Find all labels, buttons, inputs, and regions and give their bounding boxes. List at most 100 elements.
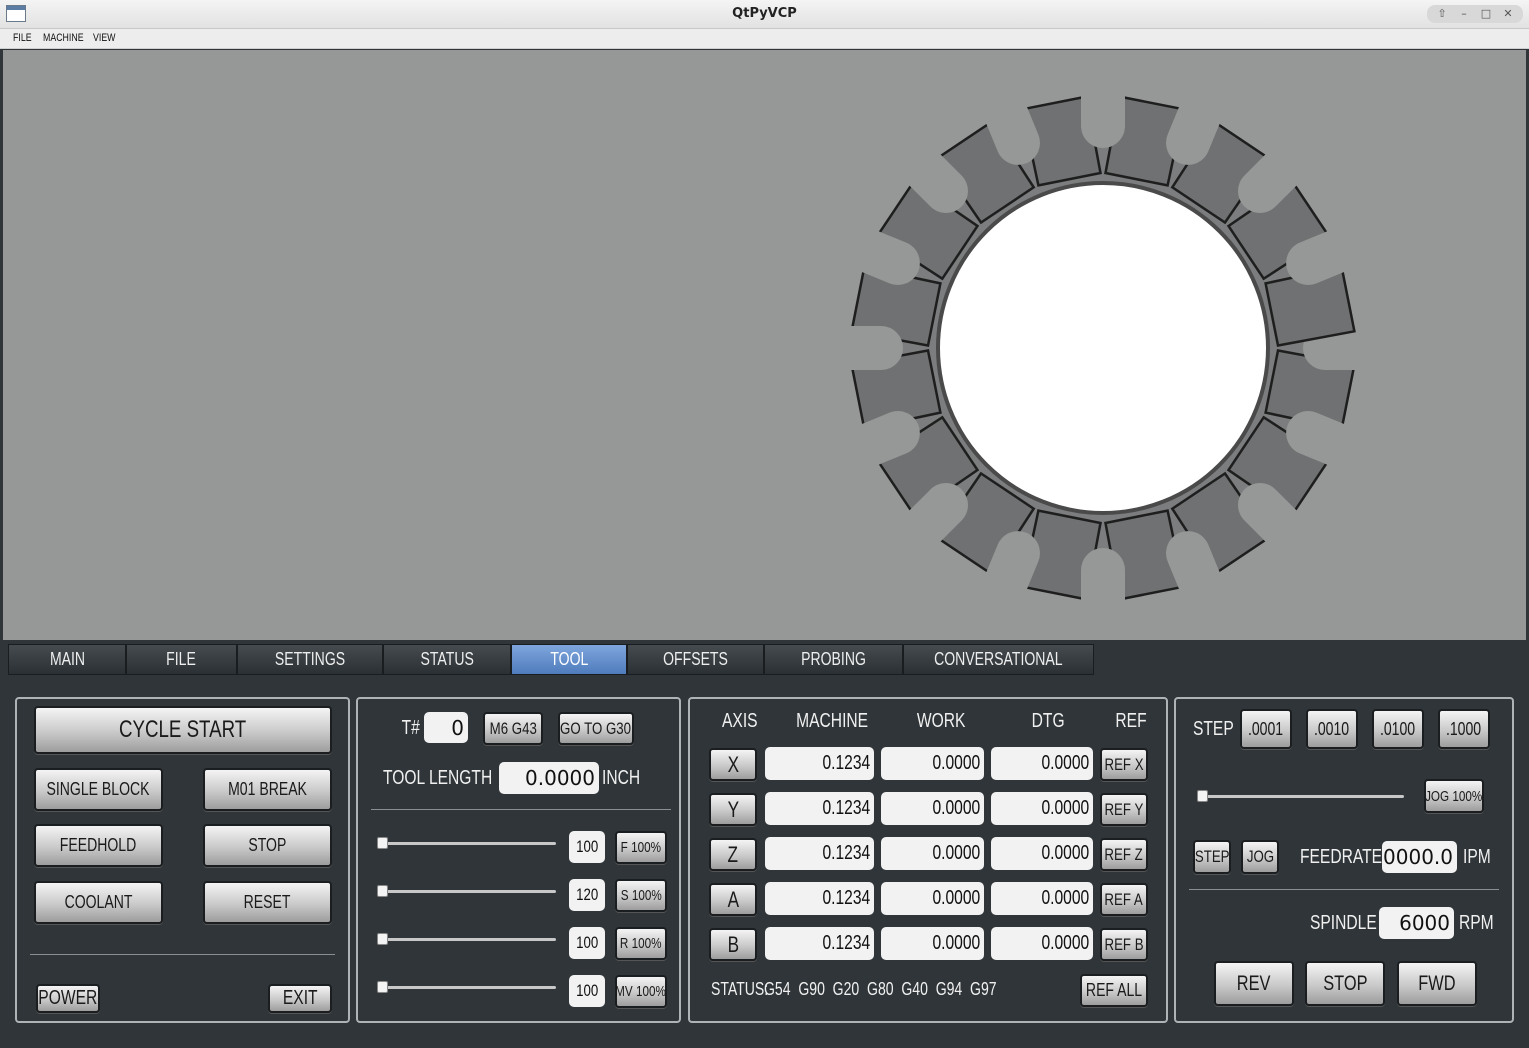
tab-conversational[interactable]: CONVERSATIONAL — [903, 644, 1094, 675]
ref-x-button[interactable]: REF X — [1100, 748, 1148, 781]
max-velocity-override-reset-button[interactable]: MV 100% — [615, 975, 667, 1008]
divider — [371, 809, 671, 810]
tab-probing[interactable]: PROBING — [764, 644, 903, 675]
feed-override-slider[interactable] — [377, 837, 556, 849]
gcode-viewport[interactable] — [3, 50, 1526, 640]
menu-machine[interactable]: MACHINE — [43, 32, 84, 44]
axis-y-button[interactable]: Y — [709, 793, 757, 826]
machine-header: MACHINE — [796, 709, 869, 732]
tab-offsets[interactable]: OFFSETS — [627, 644, 764, 675]
spindle-reverse-button[interactable]: REV — [1214, 961, 1294, 1006]
ref-y-button[interactable]: REF Y — [1100, 793, 1148, 826]
go-to-g30-button[interactable]: GO TO G30 — [558, 712, 634, 745]
dtg-y-value: 0.0000 — [991, 792, 1093, 825]
step-0100-button[interactable]: .0100 — [1372, 709, 1424, 749]
jog-speed-slider[interactable] — [1197, 790, 1404, 802]
dtg-z-value: 0.0000 — [991, 837, 1093, 870]
max-velocity-override-slider[interactable] — [377, 981, 556, 993]
spindle-unit: RPM — [1459, 911, 1494, 934]
feedrate-unit: IPM — [1463, 845, 1491, 868]
jog-mode-button[interactable]: JOG — [1241, 840, 1279, 874]
axis-b-button[interactable]: B — [709, 928, 757, 961]
work-z-value: 0.0000 — [881, 837, 984, 870]
status-gcodes: G54 G90 G20 G80 G40 G94 G97 — [764, 978, 997, 999]
axis-x-button[interactable]: X — [709, 748, 757, 781]
rapid-override-value: 100 — [569, 927, 605, 959]
dtg-b-value: 0.0000 — [991, 927, 1093, 960]
m6-g43-button[interactable]: M6 G43 — [483, 712, 543, 745]
tab-tool[interactable]: TOOL — [511, 644, 627, 675]
step-label: STEP — [1193, 717, 1234, 740]
close-icon[interactable]: ✕ — [1499, 6, 1517, 22]
spindle-forward-button[interactable]: FWD — [1397, 961, 1477, 1006]
feedrate-input[interactable]: 0000.0 — [1382, 841, 1457, 873]
machine-z-value: 0.1234 — [765, 837, 874, 870]
tab-file[interactable]: FILE — [126, 644, 237, 675]
maximize-icon[interactable]: □ — [1477, 6, 1495, 22]
reset-button[interactable]: RESET — [203, 881, 332, 924]
m01-break-button[interactable]: M01 BREAK — [203, 768, 332, 811]
control-panel: CYCLE START SINGLE BLOCK M01 BREAK FEEDH… — [15, 697, 350, 1023]
spindle-override-slider[interactable] — [377, 885, 556, 897]
feed-override-reset-button[interactable]: F 100% — [615, 831, 667, 864]
tool-length-field: 0.0000 — [499, 762, 599, 794]
slider-handle[interactable] — [377, 981, 388, 993]
power-button[interactable]: POWER — [36, 984, 100, 1013]
coolant-button[interactable]: COOLANT — [34, 881, 163, 924]
menu-bar: FILE MACHINE VIEW — [0, 29, 1529, 49]
jog-panel: STEP JOG 100% STEP JOG FEEDRATE 0000.0 I… — [1174, 697, 1514, 1023]
tab-settings[interactable]: SETTINGS — [237, 644, 383, 675]
exit-button[interactable]: EXIT — [268, 984, 332, 1013]
work-header: WORK — [916, 709, 966, 732]
tab-main[interactable]: MAIN — [8, 644, 126, 675]
slider-handle[interactable] — [377, 933, 388, 945]
slider-handle[interactable] — [1197, 790, 1208, 802]
part-fixture — [817, 62, 1389, 634]
menu-view[interactable]: VIEW — [93, 32, 116, 44]
ref-z-button[interactable]: REF Z — [1100, 838, 1148, 871]
rapid-override-reset-button[interactable]: R 100% — [615, 927, 667, 960]
fixture-bore — [936, 181, 1270, 515]
minimize-icon[interactable]: – — [1455, 6, 1473, 22]
spindle-speed-input[interactable]: 6000 — [1379, 907, 1454, 939]
keep-above-icon[interactable]: ⇧ — [1433, 6, 1451, 22]
tab-bar: MAIN FILE SETTINGS STATUS TOOL OFFSETS PROBING… — [8, 644, 1094, 675]
ref-all-button[interactable]: REF ALL — [1080, 974, 1148, 1007]
axis-z-button[interactable]: Z — [709, 838, 757, 871]
work-a-value: 0.0000 — [881, 882, 984, 915]
step-1000-button[interactable]: .1000 — [1438, 709, 1490, 749]
tool-number-input[interactable]: 0 — [424, 712, 468, 743]
feed-override-value: 100 — [569, 831, 605, 863]
ref-b-button[interactable]: REF B — [1100, 928, 1148, 961]
tool-panel: T# 0 M6 G43 GO TO G30 TOOL LENGTH 0.0000… — [356, 697, 681, 1023]
ref-a-button[interactable]: REF A — [1100, 883, 1148, 916]
spindle-override-reset-button[interactable]: S 100% — [615, 879, 667, 912]
slider-handle[interactable] — [377, 837, 388, 849]
rapid-override-slider[interactable] — [377, 933, 556, 945]
step-mode-button[interactable]: STEP — [1193, 840, 1231, 874]
single-block-button[interactable]: SINGLE BLOCK — [34, 768, 163, 811]
slider-handle[interactable] — [377, 885, 388, 897]
machine-y-value: 0.1234 — [765, 792, 874, 825]
jog-100-button[interactable]: JOG 100% — [1424, 779, 1484, 813]
axis-a-button[interactable]: A — [709, 883, 757, 916]
tab-status[interactable]: STATUS — [383, 644, 511, 675]
step-0001-button[interactable]: .0001 — [1240, 709, 1292, 749]
spindle-stop-button[interactable]: STOP — [1305, 961, 1385, 1006]
stop-button[interactable]: STOP — [203, 824, 332, 867]
tool-length-unit: INCH — [602, 766, 641, 789]
menu-file[interactable]: FILE — [13, 32, 32, 44]
step-0010-button[interactable]: .0010 — [1306, 709, 1358, 749]
feedhold-button[interactable]: FEEDHOLD — [34, 824, 163, 867]
divider — [1189, 889, 1499, 890]
backplot-canvas — [817, 62, 1389, 634]
ref-header: REF — [1115, 709, 1147, 732]
work-x-value: 0.0000 — [881, 747, 984, 780]
axis-header: AXIS — [722, 709, 758, 732]
tool-number-label: T# — [401, 716, 420, 739]
machine-a-value: 0.1234 — [765, 882, 874, 915]
work-b-value: 0.0000 — [881, 927, 984, 960]
title-bar: QtPyVCP ⇧ – □ ✕ — [0, 0, 1529, 29]
cycle-start-button[interactable]: CYCLE START — [34, 706, 332, 754]
window-controls: ⇧ – □ ✕ — [1427, 5, 1523, 23]
